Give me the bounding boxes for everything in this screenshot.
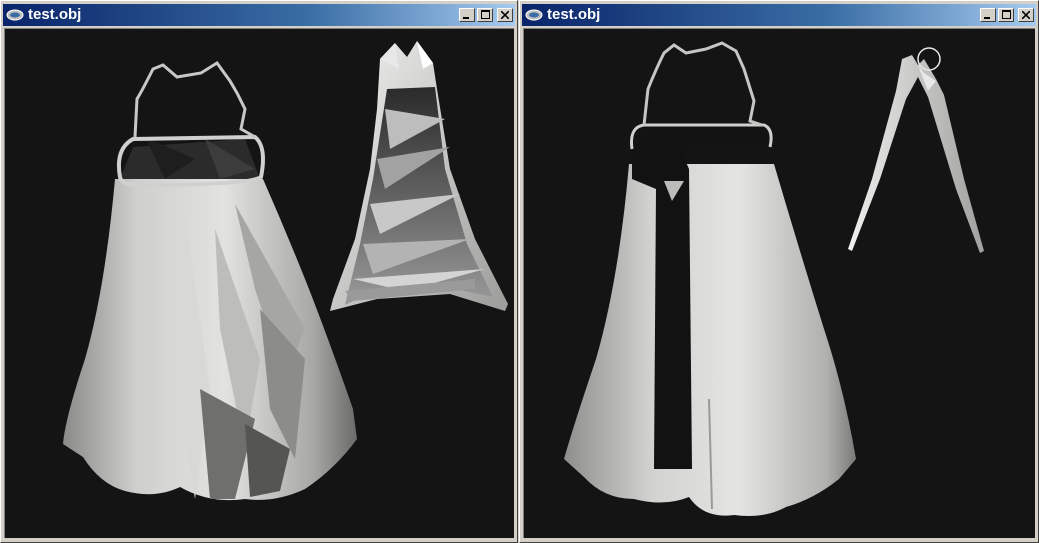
3d-viewport[interactable]	[4, 28, 514, 538]
minimize-icon	[463, 6, 471, 24]
maximize-icon	[480, 6, 490, 24]
app-icon	[6, 8, 24, 22]
cape-mesh-side	[330, 41, 508, 311]
cape-mesh-side	[848, 55, 984, 253]
close-icon	[500, 6, 510, 24]
maximize-button[interactable]	[477, 8, 493, 22]
3d-viewport[interactable]	[523, 28, 1035, 538]
title-bar[interactable]: test.obj	[522, 4, 1036, 26]
title-bar[interactable]: test.obj	[3, 4, 515, 26]
close-icon	[1021, 6, 1031, 24]
minimize-button[interactable]	[980, 8, 996, 22]
minimize-icon	[984, 6, 992, 24]
left-window[interactable]: test.obj	[0, 0, 518, 543]
window-title: test.obj	[547, 6, 601, 23]
cape-mesh-front	[564, 41, 856, 516]
app-icon	[525, 8, 543, 22]
maximize-button[interactable]	[998, 8, 1014, 22]
right-window[interactable]: test.obj	[519, 0, 1039, 543]
close-button[interactable]	[497, 8, 513, 22]
selection-cursor-icon	[917, 47, 941, 71]
maximize-icon	[1001, 6, 1011, 24]
mesh-render	[564, 41, 984, 516]
mesh-render	[63, 41, 508, 501]
close-button[interactable]	[1018, 8, 1034, 22]
cape-mesh-front	[63, 60, 357, 501]
window-title: test.obj	[28, 6, 82, 23]
minimize-button[interactable]	[459, 8, 475, 22]
